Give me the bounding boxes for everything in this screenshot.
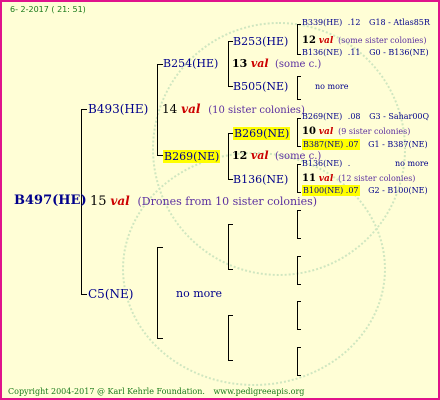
dam-no-more: no more <box>176 287 223 300</box>
copyright-text: Copyright 2004-2017 @ Karl Kehrle Founda… <box>8 387 205 396</box>
b269-queen-id[interactable]: B269(NE) <box>163 150 221 163</box>
b339-queen-id[interactable]: B339(HE) <box>302 18 342 27</box>
b269-sub-colony-count: 10 <box>302 126 316 137</box>
b136-leaf-sub-queen-id[interactable]: B136(NE) <box>302 159 342 168</box>
b136-queen-id[interactable]: B136(NE) <box>233 174 288 185</box>
root-val-label: val <box>110 194 130 208</box>
b387-number: .07 <box>345 140 359 149</box>
b136-leaf-sub-no-more: no more <box>395 159 429 168</box>
b505-queen-id[interactable]: B505(NE) <box>233 81 288 92</box>
site-link[interactable]: www.pedigreeapis.org <box>213 387 304 396</box>
b339-number: .12 <box>347 18 361 27</box>
root-note: (Drones from 10 sister colonies) <box>137 195 318 208</box>
b253-val-label: val <box>318 36 334 46</box>
b253-queen-id[interactable]: B253(HE) <box>233 36 288 47</box>
b254-colony-count: 13 <box>232 57 248 70</box>
b100-number: .07 <box>345 186 359 195</box>
b253-colony-count: 12 <box>302 35 316 46</box>
b269-sub-note: (9 sister colonies) <box>338 127 411 136</box>
dam-queen-id[interactable]: C5(NE) <box>88 288 133 300</box>
b253-note: (some sister colonies) <box>338 36 427 45</box>
pedigree-chart: 6- 2-2017 ( 21: 51) B497(HE) 15 val (Dro… <box>0 0 440 400</box>
b136-info: 11 val (12 sister colonies) <box>302 174 415 184</box>
b136-leaf-top-queen-id[interactable]: B136(NE) <box>302 48 342 57</box>
b269-sub-info: 10 val (9 sister colonies) <box>302 127 410 137</box>
b505-no-more: no more <box>315 82 349 91</box>
b339-group: G18 - Atlas85R <box>369 18 430 27</box>
b254-queen-id[interactable]: B254(HE) <box>163 58 218 69</box>
b387-leaf: B387(NE) .07 G1 - B387(NE) <box>302 139 428 150</box>
b100-leaf: B100(NE) .07 G2 - B100(NE) <box>302 185 428 196</box>
b269-sub-val-label: val <box>318 127 334 137</box>
copyright-footer: Copyright 2004-2017 @ Karl Kehrle Founda… <box>8 388 304 396</box>
sire-note: (10 sister colonies) <box>208 105 305 116</box>
b339-leaf: B339(HE) .12 G18 - Atlas85R <box>302 19 430 27</box>
b254-val-label: val <box>250 57 269 70</box>
root-colony-count: 15 <box>90 194 107 209</box>
b387-group: G1 - B387(NE) <box>368 140 428 149</box>
b136-leaf-sub-number: . <box>347 159 351 168</box>
sire-info: 14 val (10 sister colonies) <box>162 103 305 116</box>
b253-info: 12 val (some sister colonies) <box>302 36 427 46</box>
b136-leaf-sub: B136(NE) . <box>302 160 350 168</box>
b136-leaf-top-number: .11 <box>347 48 361 57</box>
b269-colony-count: 12 <box>232 149 248 162</box>
sire-queen-id[interactable]: B493(HE) <box>88 103 148 115</box>
sire-colony-count: 14 <box>162 102 178 116</box>
b254-info: 13 val (some c.) <box>232 58 321 70</box>
b269-leaf-queen-id[interactable]: B269(NE) <box>302 112 342 121</box>
b136-note: (12 sister colonies) <box>338 174 416 183</box>
b269-val-label: val <box>250 149 269 162</box>
b136-val-label: val <box>318 174 334 184</box>
b100-group: G2 - B100(NE) <box>368 186 428 195</box>
b136-leaf-top: B136(NE) .11 G0 - B136(NE) <box>302 49 429 57</box>
b269-leaf-group: G3 - Sahar00Q <box>369 112 430 121</box>
root-queen-id[interactable]: B497(HE) <box>14 194 87 207</box>
generation-date: 6- 2-2017 ( 21: 51) <box>10 5 86 14</box>
b254-note: (some c.) <box>275 59 322 70</box>
b100-queen-id[interactable]: B100(NE) .07 <box>302 185 360 196</box>
b136-colony-count: 11 <box>302 173 316 184</box>
root-info: 15 val (Drones from 10 sister colonies) <box>90 195 317 208</box>
sire-val-label: val <box>181 102 201 116</box>
b387-queen-id[interactable]: B387(NE) .07 <box>302 139 360 150</box>
b269-leaf: B269(NE) .08 G3 - Sahar00Q <box>302 113 429 121</box>
b269-leaf-number: .08 <box>347 112 361 121</box>
b269-sub-queen-id[interactable]: B269(NE) <box>233 127 291 140</box>
b136-leaf-top-group: G0 - B136(NE) <box>369 48 429 57</box>
